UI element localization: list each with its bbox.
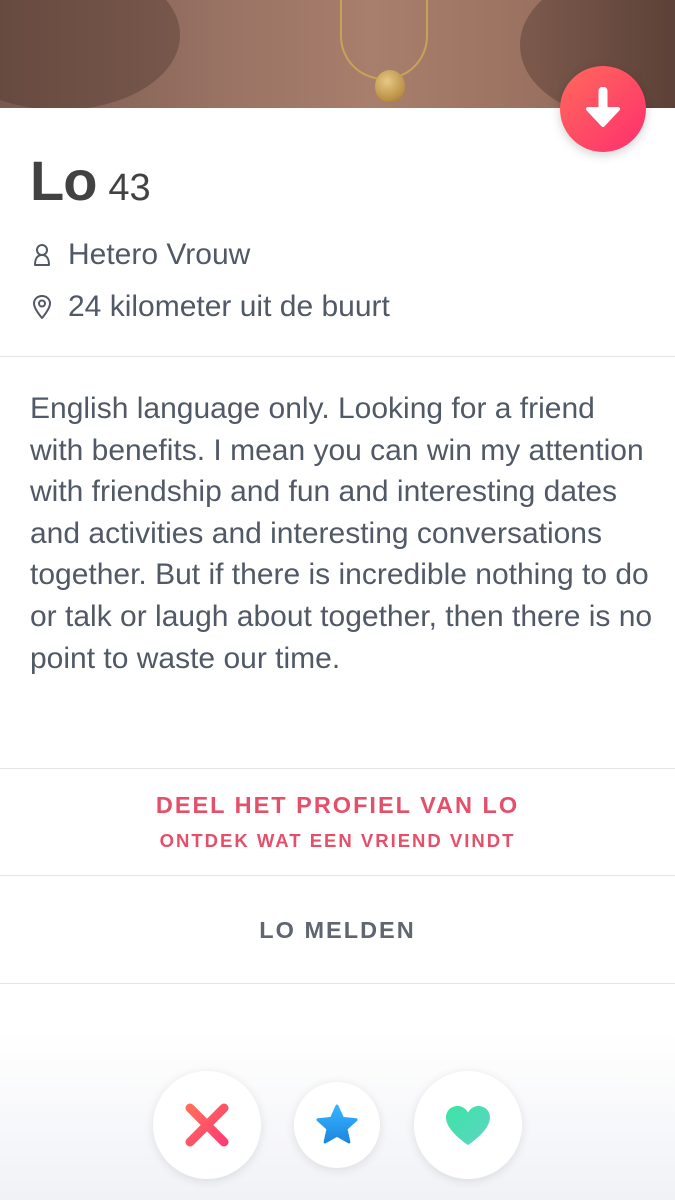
collapse-profile-button[interactable]: [560, 66, 646, 152]
distance-text: 24 kilometer uit de buurt: [68, 290, 390, 323]
share-profile-button[interactable]: DEEL HET PROFIEL VAN LO ONTDEK WAT EEN V…: [0, 770, 675, 875]
report-profile-label: LO MELDEN: [259, 917, 416, 943]
nope-button[interactable]: [153, 1071, 261, 1179]
necklace-chain: [340, 0, 428, 80]
distance-row: 24 kilometer uit de buurt: [30, 290, 390, 324]
name-age-heading: Lo 43: [30, 148, 151, 212]
arrow-down-icon: [586, 87, 620, 127]
necklace-pendant: [375, 70, 405, 102]
share-profile-subtitle: ONTDEK WAT EEN VRIEND VINDT: [159, 830, 516, 851]
bio-text: English language only. Looking for a fri…: [30, 392, 653, 675]
report-profile-button[interactable]: LO MELDEN: [0, 876, 675, 983]
divider-top: [0, 356, 675, 357]
divider-report: [0, 983, 675, 984]
photo-shadow-left: [0, 0, 180, 108]
star-icon: [316, 1104, 358, 1144]
share-profile-title: DEEL HET PROFIEL VAN LO: [155, 792, 520, 818]
like-button[interactable]: [414, 1071, 522, 1179]
divider-bio: [0, 768, 675, 769]
orientation-text: Hetero Vrouw: [68, 238, 251, 271]
location-pin-icon: [30, 293, 54, 321]
heart-icon: [446, 1106, 490, 1145]
super-like-button[interactable]: [294, 1082, 380, 1168]
x-icon: [185, 1103, 229, 1147]
profile-age: 43: [108, 167, 151, 209]
person-icon: [30, 241, 54, 269]
orientation-row: Hetero Vrouw: [30, 238, 250, 272]
profile-name: Lo: [30, 149, 97, 212]
